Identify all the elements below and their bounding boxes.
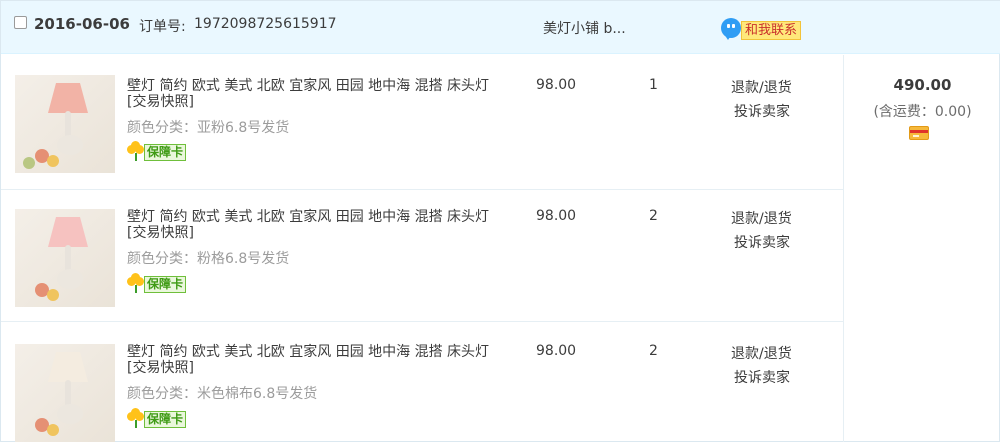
product-thumbnail[interactable] (15, 209, 115, 307)
refund-return-link[interactable]: 退款/退货 (731, 343, 792, 363)
order-item-row: 壁灯 简约 欧式 美式 北欧 宜家风 田园 地中海 混搭 床头灯 [交易快照] … (1, 187, 843, 322)
item-quantity: 2 (649, 208, 658, 224)
item-price: 98.00 (536, 343, 577, 359)
order-header: 2016-06-06 订单号: 1972098725615917 美灯小铺 b.… (1, 1, 1000, 54)
item-price: 98.00 (536, 208, 577, 224)
order-item-row: 壁灯 简约 欧式 美式 北欧 宜家风 田园 地中海 混搭 床头灯 [交易快照] … (1, 55, 843, 190)
complain-seller-link[interactable]: 投诉卖家 (734, 367, 790, 387)
product-sku: 颜色分类：粉格6.8号发货 (127, 251, 290, 267)
product-title-link[interactable]: 壁灯 简约 欧式 美式 北欧 宜家风 田园 地中海 混搭 床头灯 [交易快照] (127, 344, 499, 376)
flower-icon (127, 408, 145, 428)
order-total: 490.00 (893, 76, 952, 94)
product-sku: 颜色分类：米色棉布6.8号发货 (127, 386, 318, 402)
product-title-link[interactable]: 壁灯 简约 欧式 美式 北欧 宜家风 田园 地中海 混搭 床头灯 [交易快照] (127, 78, 499, 110)
flower-decoration (23, 157, 35, 169)
refund-return-link[interactable]: 退款/退货 (731, 77, 792, 97)
guarantee-badge-label: 保障卡 (144, 411, 187, 428)
order-date: 2016-06-06 (34, 15, 130, 33)
item-quantity: 2 (649, 343, 658, 359)
order-number-label: 订单号: (139, 19, 186, 35)
guarantee-badge-label: 保障卡 (144, 276, 187, 293)
flower-decoration (47, 424, 59, 436)
order-select-checkbox[interactable] (14, 16, 27, 29)
chat-bubble-tail (724, 34, 732, 40)
lamp-base (57, 135, 83, 155)
shop-name-link[interactable]: 美灯小铺 b... (543, 18, 626, 38)
complain-seller-link[interactable]: 投诉卖家 (734, 101, 790, 121)
flower-icon (127, 273, 145, 293)
guarantee-badge-label: 保障卡 (144, 144, 187, 161)
order-card: 2016-06-06 订单号: 1972098725615917 美灯小铺 b.… (0, 0, 1000, 442)
order-summary: 490.00 (含运费：0.00) (843, 55, 1000, 442)
credit-card-icon[interactable] (909, 126, 929, 140)
complain-seller-link[interactable]: 投诉卖家 (734, 232, 790, 252)
item-price: 98.00 (536, 77, 577, 93)
item-quantity: 1 (649, 77, 658, 93)
flower-icon (127, 141, 145, 161)
contact-seller-label: 和我联系 (741, 21, 802, 40)
product-thumbnail[interactable] (15, 75, 115, 173)
order-number: 1972098725615917 (194, 16, 337, 32)
product-title-link[interactable]: 壁灯 简约 欧式 美式 北欧 宜家风 田园 地中海 混搭 床头灯 [交易快照] (127, 209, 499, 241)
flower-decoration (47, 289, 59, 301)
flower-decoration (47, 155, 59, 167)
lamp-base (57, 269, 83, 289)
product-sku: 颜色分类：亚粉6.8号发货 (127, 120, 290, 136)
lamp-base (57, 404, 83, 424)
refund-return-link[interactable]: 退款/退货 (731, 208, 792, 228)
order-item-row: 壁灯 简约 欧式 美式 北欧 宜家风 田园 地中海 混搭 床头灯 [交易快照] … (1, 322, 843, 442)
shipping-fee: (含运费：0.00) (873, 104, 972, 120)
product-thumbnail[interactable] (15, 344, 115, 442)
